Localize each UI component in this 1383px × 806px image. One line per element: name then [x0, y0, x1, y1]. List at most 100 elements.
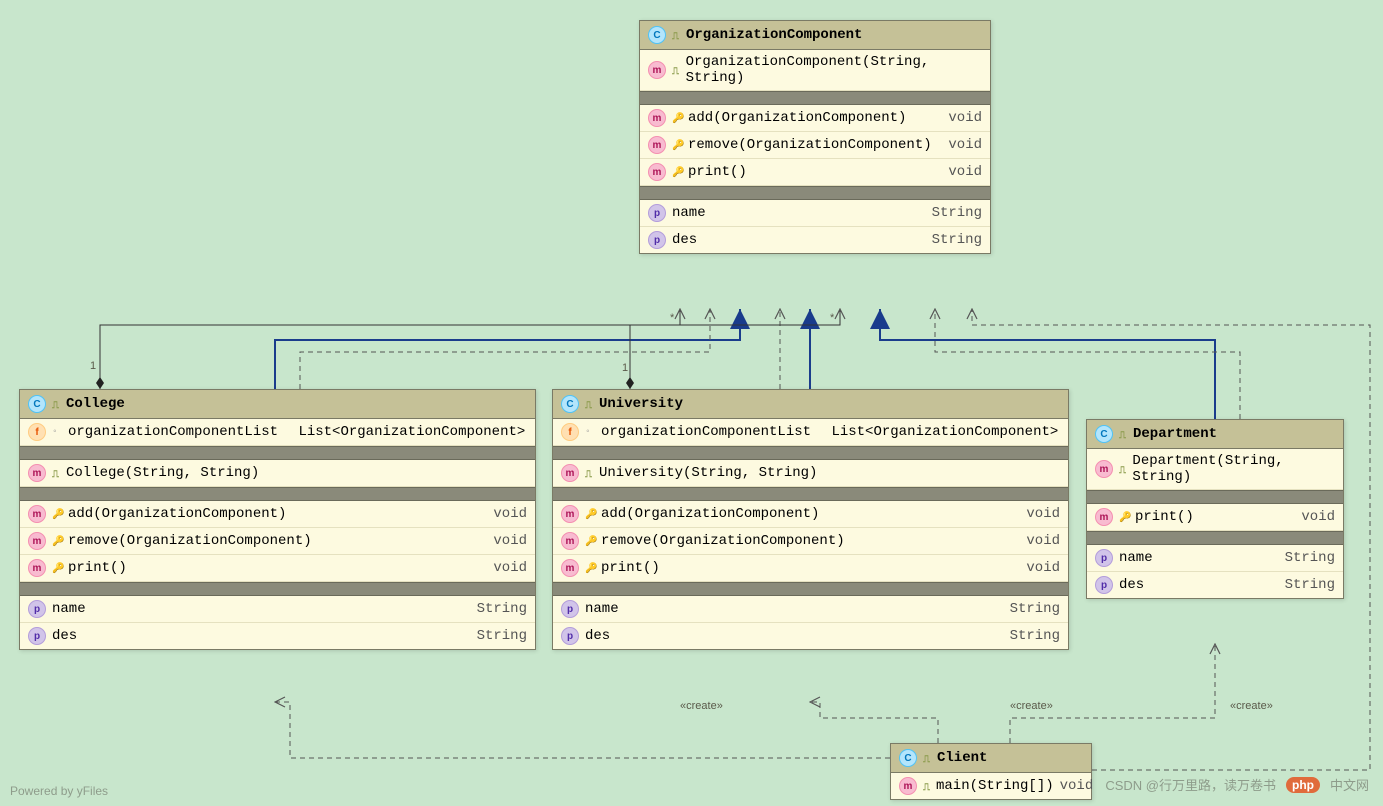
method-sig: add(OrganizationComponent) — [601, 506, 819, 522]
constructor-sig: OrganizationComponent(String, String) — [686, 54, 982, 86]
class-icon: C — [648, 26, 666, 44]
divider — [553, 487, 1068, 501]
property-name: des — [672, 232, 697, 248]
key-icon: 🔑 — [672, 140, 682, 150]
method-ret: void — [948, 110, 982, 126]
method-icon: m — [561, 532, 579, 550]
method-sig: main(String[]) — [936, 778, 1054, 794]
lock-icon: ⎍ — [923, 754, 931, 762]
constructor-sig: Department(String, String) — [1132, 453, 1335, 485]
property-icon: p — [28, 600, 46, 618]
divider — [640, 91, 990, 105]
property-name: des — [1119, 577, 1144, 593]
method-icon: m — [648, 136, 666, 154]
class-title: Client — [937, 750, 987, 766]
method-ret: void — [1026, 506, 1060, 522]
property-type: String — [1010, 628, 1060, 644]
key-icon: 🔑 — [1119, 512, 1129, 522]
property-type: String — [932, 232, 982, 248]
property-type: String — [1010, 601, 1060, 617]
method-icon: m — [648, 109, 666, 127]
divider — [20, 582, 535, 596]
footer-credit-text: CSDN @行万里路，读万卷书 — [1105, 775, 1276, 794]
key-icon: 🔑 — [585, 509, 595, 519]
visibility-icon: ⎍ — [585, 469, 593, 477]
property-icon: p — [561, 600, 579, 618]
class-client: C ⎍ Client m ⎍ main(String[]) void — [890, 743, 1092, 800]
class-icon: C — [1095, 425, 1113, 443]
divider — [640, 186, 990, 200]
mult-one-university: 1 — [622, 362, 628, 374]
create-label-department: «create» — [1230, 700, 1273, 712]
key-icon: ◦ — [585, 427, 595, 437]
class-title: University — [599, 396, 683, 412]
class-icon: C — [28, 395, 46, 413]
key-icon: ◦ — [52, 427, 62, 437]
method-icon: m — [899, 777, 917, 795]
field-name: organizationComponentList — [601, 424, 811, 440]
method-ret: void — [1060, 778, 1094, 794]
visibility-icon: ⎍ — [923, 782, 930, 790]
divider — [1087, 490, 1343, 504]
class-university: C⎍University f◦organizationComponentList… — [552, 389, 1069, 650]
field-type: List<OrganizationComponent> — [298, 424, 525, 440]
lock-icon: ⎍ — [585, 400, 593, 408]
method-sig: print() — [1135, 509, 1194, 525]
property-type: String — [1285, 550, 1335, 566]
property-name: name — [585, 601, 619, 617]
property-name: des — [585, 628, 610, 644]
mult-star-college: * — [670, 312, 674, 324]
class-icon: C — [899, 749, 917, 767]
method-ret: void — [1301, 509, 1335, 525]
method-icon: m — [28, 505, 46, 523]
constructor-sig: University(String, String) — [599, 465, 817, 481]
method-icon: m — [28, 464, 46, 482]
property-icon: p — [1095, 549, 1113, 567]
method-icon: m — [561, 505, 579, 523]
method-ret: void — [493, 506, 527, 522]
method-ret: void — [1026, 533, 1060, 549]
method-ret: void — [948, 164, 982, 180]
method-icon: m — [561, 464, 579, 482]
property-name: name — [52, 601, 86, 617]
class-title: Department — [1133, 426, 1217, 442]
class-organization-component: C ⎍ OrganizationComponent m ⎍ Organization… — [639, 20, 991, 254]
property-name: des — [52, 628, 77, 644]
create-label-college: «create» — [680, 700, 723, 712]
property-type: String — [477, 601, 527, 617]
method-sig: add(OrganizationComponent) — [68, 506, 286, 522]
method-sig: remove(OrganizationComponent) — [601, 533, 845, 549]
divider — [20, 446, 535, 460]
method-ret: void — [493, 560, 527, 576]
class-college: C⎍College f◦organizationComponentList Li… — [19, 389, 536, 650]
property-name: name — [1119, 550, 1153, 566]
property-icon: p — [648, 204, 666, 222]
method-ret: void — [493, 533, 527, 549]
php-badge: php — [1286, 777, 1320, 793]
lock-icon: ⎍ — [1119, 430, 1127, 438]
method-sig: remove(OrganizationComponent) — [68, 533, 312, 549]
method-icon: m — [648, 163, 666, 181]
property-icon: p — [648, 231, 666, 249]
method-sig: remove(OrganizationComponent) — [688, 137, 932, 153]
lock-icon: ⎍ — [672, 31, 680, 39]
method-icon: m — [1095, 508, 1113, 526]
visibility-icon: ⎍ — [1119, 465, 1126, 473]
field-icon: f — [561, 423, 579, 441]
class-header: C ⎍ OrganizationComponent — [640, 21, 990, 50]
create-label-university: «create» — [1010, 700, 1053, 712]
class-title: OrganizationComponent — [686, 27, 862, 43]
method-sig: add(OrganizationComponent) — [688, 110, 906, 126]
lock-icon: ⎍ — [52, 400, 60, 408]
key-icon: 🔑 — [52, 536, 62, 546]
method-icon: m — [28, 532, 46, 550]
footer-powered-by: Powered by yFiles — [10, 784, 108, 798]
visibility-icon: ⎍ — [672, 66, 680, 74]
property-icon: p — [561, 627, 579, 645]
method-ret: void — [1026, 560, 1060, 576]
mult-star-university: * — [830, 312, 834, 324]
class-department: C ⎍ Department m ⎍ Department(String, String… — [1086, 419, 1344, 599]
field-type: List<OrganizationComponent> — [831, 424, 1058, 440]
key-icon: 🔑 — [585, 536, 595, 546]
divider — [553, 582, 1068, 596]
